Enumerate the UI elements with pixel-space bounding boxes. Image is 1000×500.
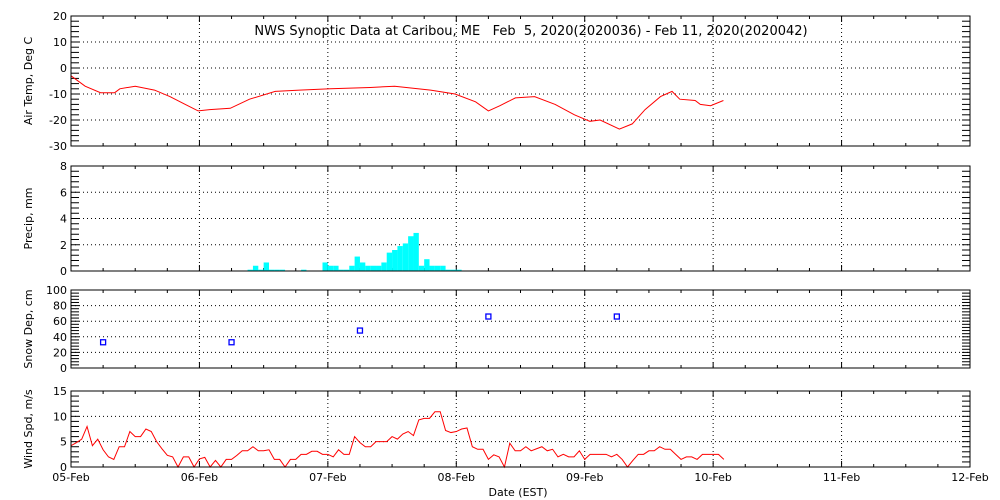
- wind-speed-panel: 051015Wind Spd, m/s: [22, 385, 971, 474]
- precip-bar: [397, 246, 403, 271]
- precip-y-axis-label: Precip, mm: [22, 188, 35, 250]
- precip-bar: [365, 265, 371, 271]
- precip-bar: [429, 265, 435, 271]
- y-tick-label: 40: [53, 331, 67, 344]
- y-tick-label: 4: [60, 213, 67, 226]
- y-tick-label: 0: [60, 362, 67, 375]
- air-temp-y-axis-label: Air Temp, Deg C: [22, 37, 35, 126]
- snow-depth-marker: [356, 327, 364, 334]
- y-tick-label: 20: [53, 346, 67, 359]
- snow-depth-y-axis-label: Snow Dep, cm: [22, 289, 35, 368]
- precip-bar: [408, 236, 414, 271]
- precip-bar: [402, 243, 409, 271]
- y-tick-label: 2: [60, 239, 67, 252]
- y-tick-label: 15: [53, 385, 67, 398]
- x-tick-label: 09-Feb: [566, 471, 603, 484]
- y-tick-label: 10: [53, 36, 67, 49]
- y-tick-label: 0: [60, 62, 67, 75]
- snow-depth-panel: 0 20 40 60 80 100 Snow Dep, cm: [22, 284, 971, 375]
- y-tick-label: 80: [53, 300, 67, 313]
- precip-bar: [263, 262, 269, 271]
- precip-bar: [386, 252, 393, 271]
- wind-speed-line: [70, 411, 725, 469]
- precip-bar: [440, 265, 446, 271]
- synoptic-chart: NWS Synoptic Data at Caribou, ME Feb 5, …: [22, 10, 989, 499]
- y-tick-label: 10: [53, 410, 67, 423]
- x-tick-label: 11-Feb: [823, 471, 860, 484]
- snow-depth-marker: [613, 313, 620, 320]
- snow-depth-marker: [485, 313, 492, 320]
- x-tick-label: 12-Feb: [951, 471, 988, 484]
- precip-bar: [418, 265, 425, 271]
- y-tick-label: 5: [60, 436, 67, 449]
- y-tick-label: 6: [60, 186, 67, 199]
- y-tick-label: 8: [60, 160, 67, 173]
- air-temp-line: [70, 75, 724, 130]
- precip-bar: [252, 265, 259, 271]
- y-tick-label: 100: [46, 284, 67, 297]
- x-axis-label: Date (EST): [488, 486, 547, 499]
- snow-depth-marker: [99, 339, 107, 346]
- precip-bar: [376, 265, 382, 271]
- x-tick-label: 07-Feb: [309, 471, 346, 484]
- precip-bar: [424, 259, 430, 271]
- y-tick-label: 20: [53, 10, 67, 23]
- x-tick-label: 06-Feb: [181, 471, 218, 484]
- precip-bar: [322, 262, 328, 271]
- x-tick-label: 10-Feb: [694, 471, 731, 484]
- precip-bar: [370, 265, 377, 271]
- x-tick-label: 08-Feb: [438, 471, 475, 484]
- precip-bar: [327, 265, 334, 271]
- snow-depth-marker: [228, 339, 235, 346]
- y-tick-label: 60: [53, 315, 67, 328]
- x-tick-label: 05-Feb: [52, 471, 89, 484]
- chart-title: NWS Synoptic Data at Caribou, ME Feb 5, …: [254, 24, 807, 39]
- precip-bar: [333, 265, 339, 271]
- precip-bar: [413, 232, 419, 271]
- wind-speed-frame: [70, 390, 971, 468]
- precip-bar: [349, 265, 355, 271]
- wind-speed-y-axis-label: Wind Spd, m/s: [22, 389, 35, 469]
- y-tick-label: -10: [49, 88, 67, 101]
- precip-bar: [381, 262, 387, 271]
- y-tick-label: 0: [60, 265, 67, 278]
- precip-panel: 0 2 4 6 8 Precip, mm: [22, 160, 971, 278]
- y-tick-label: -20: [49, 114, 67, 127]
- precip-bar: [392, 250, 398, 271]
- precip-bar: [434, 265, 441, 271]
- y-tick-label: -30: [49, 140, 67, 153]
- precip-bar: [354, 256, 360, 271]
- precip-bar: [359, 262, 366, 271]
- snow-depth-frame: [70, 289, 971, 369]
